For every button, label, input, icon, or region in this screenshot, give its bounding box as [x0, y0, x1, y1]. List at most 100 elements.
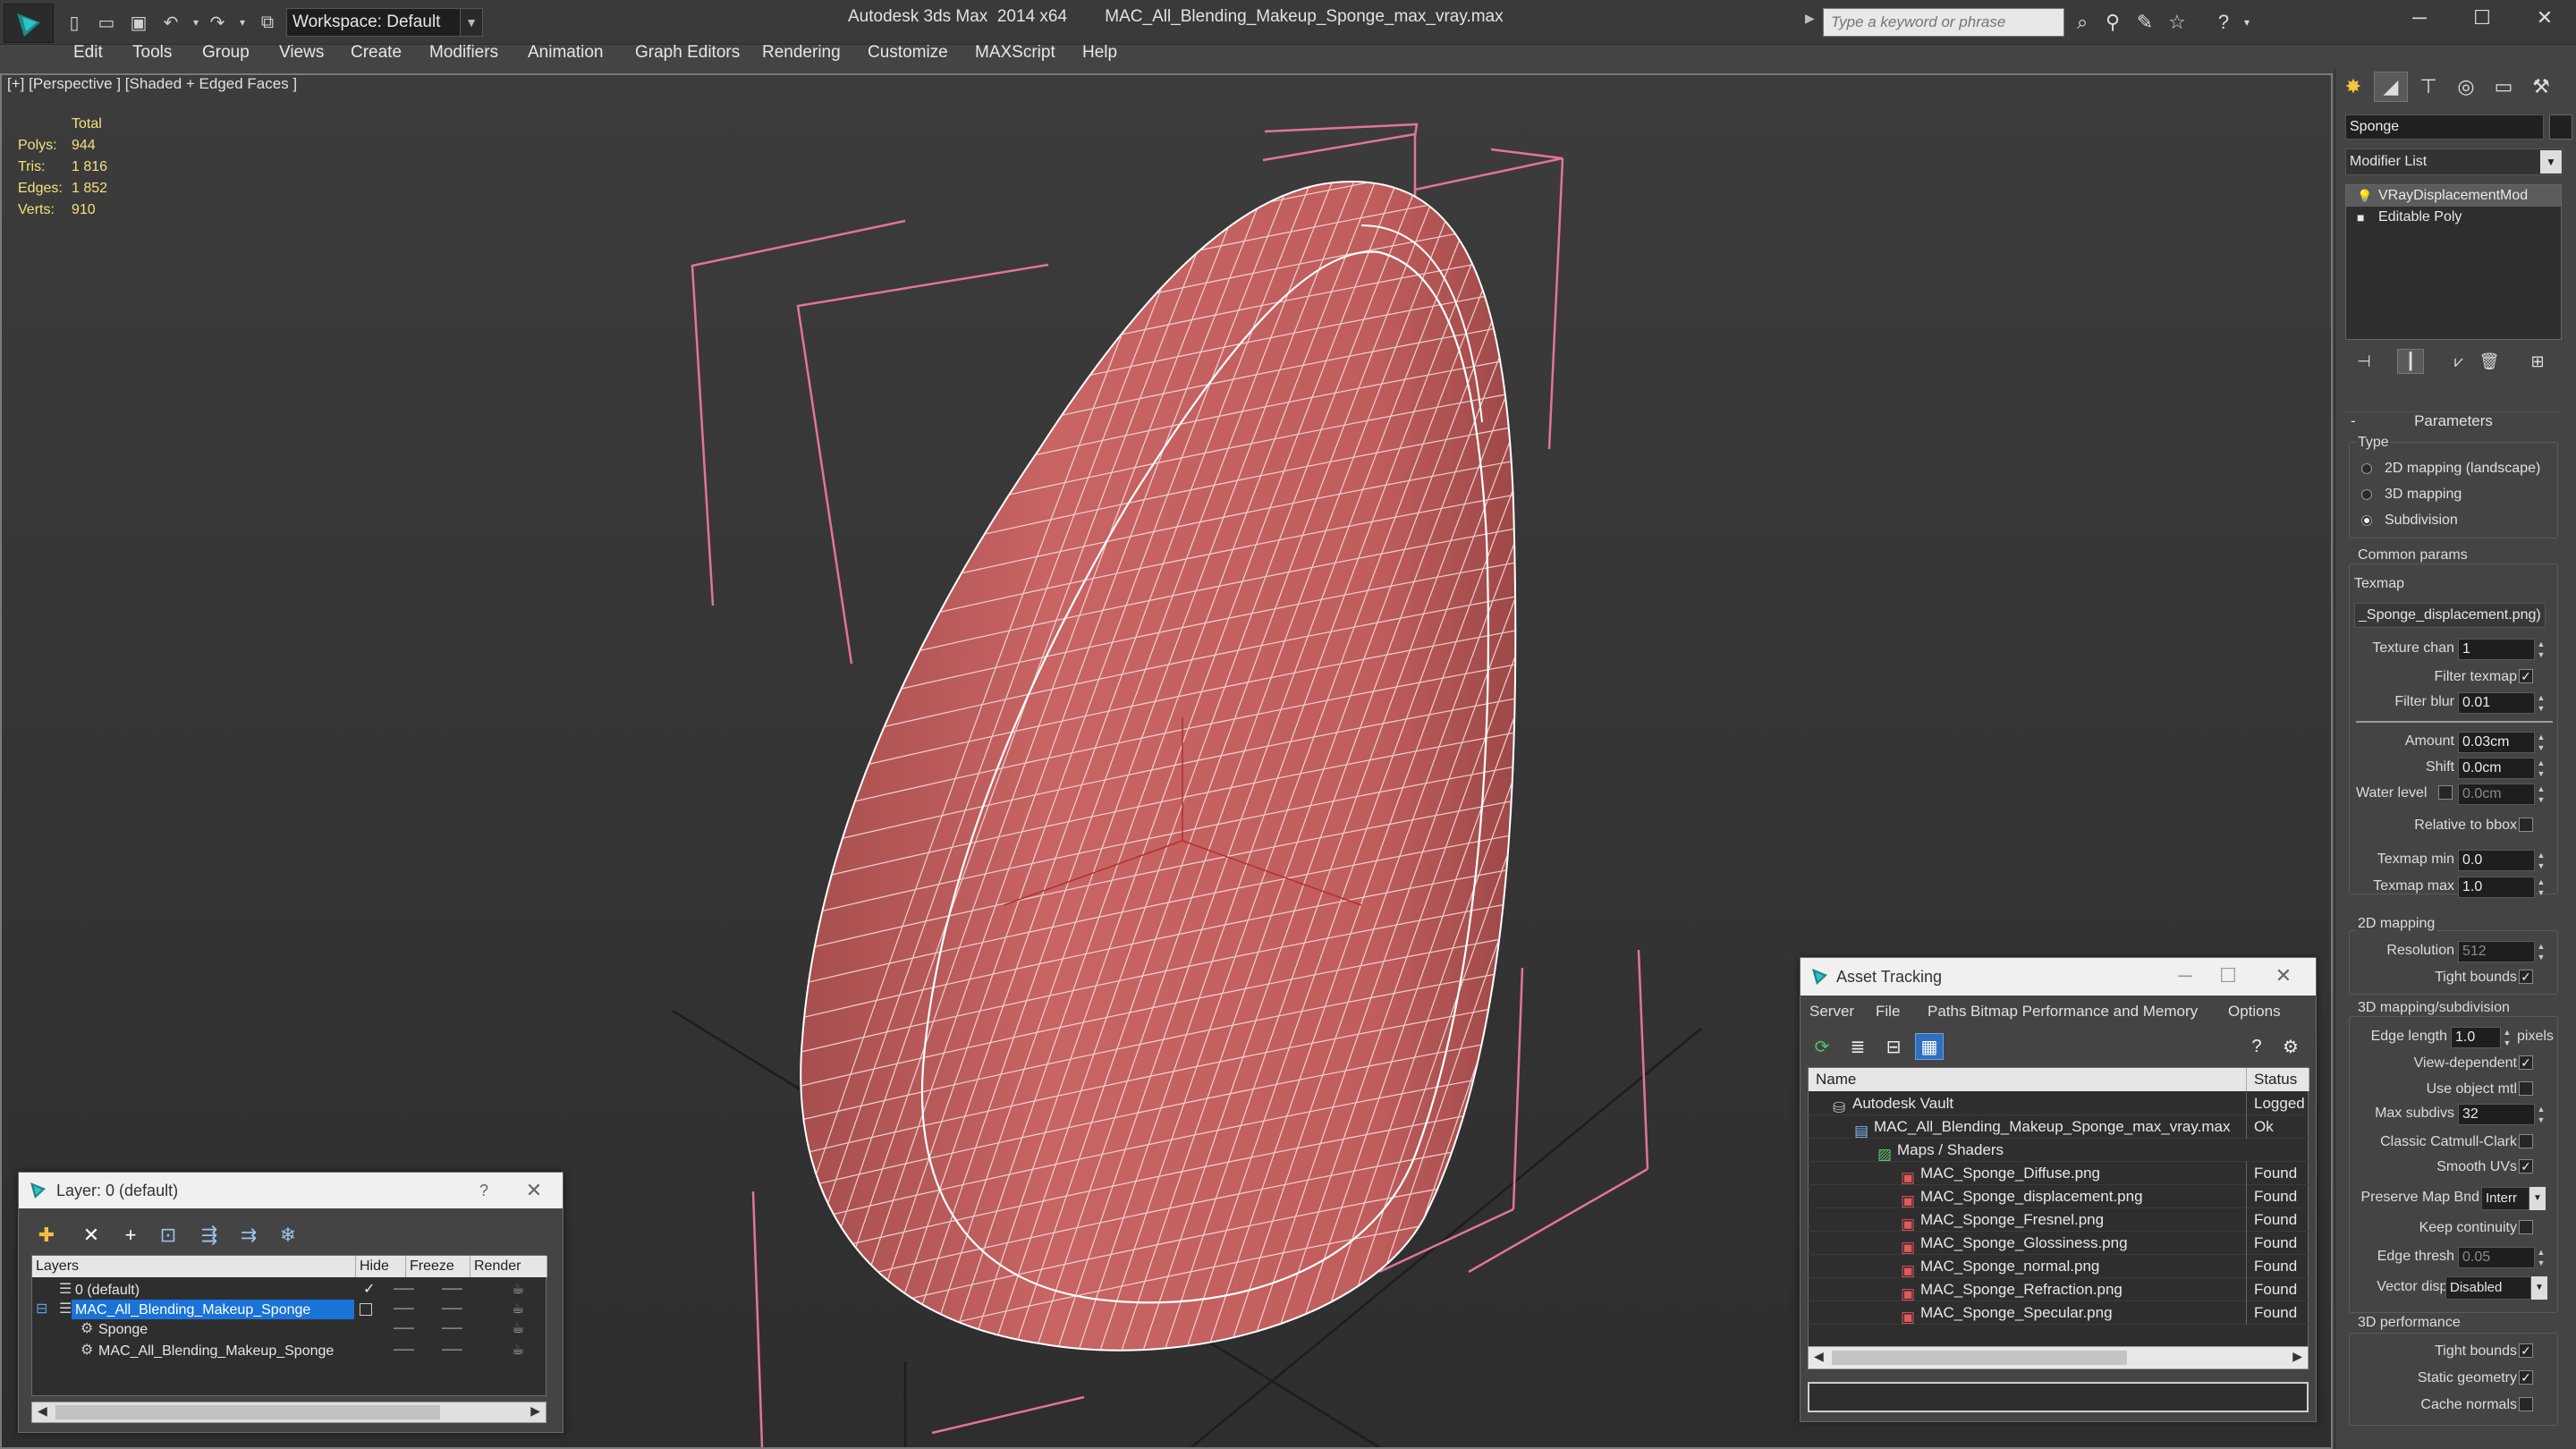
help-icon[interactable]: ? — [466, 1173, 502, 1208]
layer-row[interactable]: ☰ 0 (default) ✓ ── ── ☕ — [32, 1279, 546, 1301]
project-folder-icon[interactable]: ⧉ — [256, 11, 279, 34]
undo-dropdown-icon[interactable]: ▾ — [184, 11, 208, 34]
subscription-icon[interactable]: ⚲ — [2100, 11, 2125, 34]
edge-thresh-spinner[interactable]: 0.05 — [2458, 1247, 2535, 1268]
cache-normals-checkbox[interactable] — [2519, 1397, 2533, 1411]
menu-rendering[interactable]: Rendering — [762, 43, 841, 63]
menu-maxscript[interactable]: MAXScript — [975, 43, 1055, 63]
pin-stack-icon[interactable]: ⊣ — [2351, 349, 2377, 374]
object-color-swatch[interactable] — [2549, 114, 2572, 140]
texture-chan-spinner[interactable]: 1 — [2458, 639, 2535, 660]
spinner-arrows-icon[interactable]: ▲ ▼ — [2535, 732, 2547, 753]
scroll-left-icon[interactable]: ◀ — [38, 1403, 47, 1419]
binoculars-icon[interactable]: ⌕ — [2070, 11, 2095, 34]
workspace-selector[interactable]: Workspace: Default — [286, 8, 481, 37]
radio-button-icon[interactable] — [2361, 515, 2372, 526]
asset-menu-bitmap-performance[interactable]: Bitmap Performance and Memory — [1970, 1003, 2198, 1021]
asset-row[interactable]: ▣ MAC_Sponge_Glossiness.png Found — [1808, 1232, 2309, 1256]
preserve-map-bnd-dropdown[interactable]: Interr — [2481, 1187, 2529, 1210]
remove-modifier-icon[interactable]: 🗑 — [2476, 349, 2503, 374]
static-geometry-checkbox[interactable]: ✓ — [2519, 1370, 2533, 1385]
column-header-render[interactable]: Render — [470, 1256, 547, 1277]
communication-icon[interactable]: ✎ — [2132, 11, 2157, 34]
menu-animation[interactable]: Animation — [528, 43, 604, 63]
asset-row[interactable]: ▣ MAC_Sponge_Fresnel.png Found — [1808, 1208, 2309, 1233]
utilities-tab-icon[interactable]: ⚒ — [2524, 72, 2558, 102]
filter-blur-spinner[interactable]: 0.01 — [2458, 692, 2535, 714]
render-teapot-icon[interactable]: ☕ — [512, 1279, 524, 1301]
menu-views[interactable]: Views — [279, 43, 324, 63]
classic-catmull-checkbox[interactable] — [2519, 1134, 2533, 1148]
hide-toggle[interactable]: ── — [394, 1299, 414, 1320]
hide-toggle[interactable]: ── — [394, 1318, 414, 1340]
spinner-arrows-icon[interactable]: ▲ ▼ — [2535, 877, 2547, 898]
tight-bounds-2d-checkbox[interactable]: ✓ — [2519, 970, 2533, 984]
freeze-all-icon[interactable]: ❄ — [273, 1221, 303, 1250]
spinner-arrows-icon[interactable]: ▲ ▼ — [2535, 1104, 2547, 1125]
use-object-mtl-checkbox[interactable] — [2519, 1081, 2533, 1096]
minimize-icon[interactable]: ─ — [2388, 0, 2451, 36]
current-layer-check-icon[interactable]: ✓ — [363, 1279, 375, 1301]
close-icon[interactable]: ✕ — [2513, 0, 2576, 36]
asset-row[interactable]: ▣ MAC_Sponge_displacement.png Found — [1808, 1185, 2309, 1209]
column-header-freeze[interactable]: Freeze — [406, 1256, 470, 1277]
close-icon[interactable]: ✕ — [516, 1173, 552, 1208]
menu-modifiers[interactable]: Modifiers — [429, 43, 498, 63]
spinner-arrows-icon[interactable]: ▲ ▼ — [2535, 758, 2547, 779]
search-expand-icon[interactable]: ▶ — [1805, 11, 1815, 26]
spinner-arrows-icon[interactable]: ▲ ▼ — [2535, 1247, 2547, 1268]
open-file-icon[interactable]: ▭ — [95, 11, 118, 34]
spinner-arrows-icon[interactable]: ▲ ▼ — [2535, 850, 2547, 871]
tight-bounds-3d-checkbox[interactable]: ✓ — [2519, 1343, 2533, 1358]
texmap-max-spinner[interactable]: 1.0 — [2458, 877, 2535, 898]
asset-row[interactable]: ▣ MAC_Sponge_Specular.png Found — [1808, 1301, 2309, 1326]
radio-2d-mapping[interactable]: 2D mapping (landscape) — [2361, 458, 2540, 479]
texmap-button[interactable]: _Sponge_displacement.png) — [2354, 603, 2546, 628]
scroll-right-icon[interactable]: ▶ — [2292, 1349, 2302, 1364]
filter-texmap-checkbox[interactable]: ✓ — [2519, 669, 2533, 683]
maximize-icon[interactable]: ☐ — [2210, 958, 2246, 994]
parameters-rollout-header[interactable]: - Parameters — [2345, 411, 2562, 431]
favorites-star-icon[interactable]: ☆ — [2165, 11, 2190, 34]
relative-bbox-checkbox[interactable] — [2519, 818, 2533, 832]
column-header-layers[interactable]: Layers — [32, 1256, 356, 1277]
expand-minus-icon[interactable]: ⊟ — [36, 1299, 47, 1320]
asset-row[interactable]: ▣ MAC_Sponge_Diffuse.png Found — [1808, 1162, 2309, 1186]
menu-help[interactable]: Help — [1082, 43, 1117, 63]
asset-row[interactable]: ▣ MAC_Sponge_normal.png Found — [1808, 1255, 2309, 1279]
vector-displ-dropdown[interactable]: Disabled — [2445, 1276, 2531, 1300]
redo-icon[interactable]: ↷ — [206, 11, 229, 34]
scroll-thumb[interactable] — [1832, 1351, 2127, 1365]
smooth-uvs-checkbox[interactable]: ✓ — [2519, 1159, 2533, 1174]
stack-item-editable-poly[interactable]: ■ Editable Poly — [2346, 207, 2561, 228]
dropdown-arrow-icon[interactable]: ▼ — [2529, 1187, 2546, 1210]
modifier-list-arrow-icon[interactable]: ▼ — [2540, 150, 2562, 174]
minimize-icon[interactable]: ─ — [2167, 958, 2203, 994]
search-box[interactable] — [1823, 8, 2064, 37]
new-scene-icon[interactable]: ▯ — [63, 11, 86, 34]
radio-button-icon[interactable] — [2361, 463, 2372, 474]
layer-row[interactable]: ⚙ MAC_All_Blending_Makeup_Sponge ── ── ☕ — [32, 1340, 546, 1361]
hide-all-icon[interactable]: ⇉ — [233, 1221, 264, 1250]
app-menu-button[interactable] — [4, 4, 54, 43]
menu-graph-editors[interactable]: Graph Editors — [635, 43, 740, 63]
stack-item-vraydisplacement[interactable]: 💡 VRayDisplacementMod — [2346, 185, 2561, 207]
lightbulb-icon[interactable]: 💡 — [2357, 185, 2372, 207]
shift-spinner[interactable]: 0.0cm — [2458, 758, 2535, 779]
redo-dropdown-icon[interactable]: ▾ — [231, 11, 254, 34]
settings-icon[interactable]: ⚙ — [2276, 1033, 2305, 1060]
configure-modifier-sets-icon[interactable]: ⊞ — [2524, 349, 2551, 374]
make-unique-icon[interactable]: ⩗ — [2445, 349, 2472, 374]
max-subdivs-spinner[interactable]: 32 — [2458, 1104, 2535, 1125]
hierarchy-tab-icon[interactable]: ⊤ — [2411, 72, 2445, 102]
create-tab-icon[interactable]: ✸ — [2336, 72, 2370, 102]
spinner-arrows-icon[interactable]: ▲ ▼ — [2535, 692, 2547, 714]
keep-continuity-checkbox[interactable] — [2519, 1220, 2533, 1234]
freeze-toggle[interactable]: ── — [442, 1318, 462, 1340]
freeze-toggle[interactable]: ── — [442, 1299, 462, 1320]
menu-create[interactable]: Create — [351, 43, 402, 63]
scroll-thumb[interactable] — [55, 1405, 440, 1419]
close-icon[interactable]: ✕ — [2266, 958, 2301, 994]
radio-subdivision[interactable]: Subdivision — [2361, 510, 2458, 531]
render-teapot-icon[interactable]: ☕ — [512, 1318, 524, 1340]
